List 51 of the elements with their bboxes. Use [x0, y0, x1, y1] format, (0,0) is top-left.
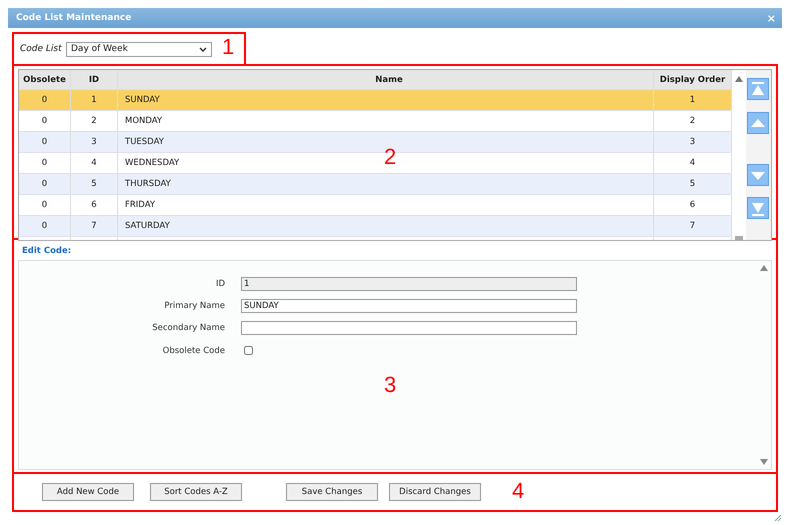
- table-cell[interactable]: THURSDAY: [125, 179, 171, 189]
- action-button[interactable]: Sort Codes A-Z: [150, 483, 242, 501]
- table-cell[interactable]: 3: [71, 132, 118, 152]
- column-header[interactable]: Name: [118, 70, 654, 89]
- annotation-number: 3: [384, 372, 396, 398]
- table-cell[interactable]: 0: [19, 174, 71, 194]
- code-list-label: Code List: [20, 44, 63, 54]
- table-cell[interactable]: MONDAY: [125, 116, 162, 126]
- table-cell[interactable]: 6: [71, 195, 118, 215]
- code-list-dropdown[interactable]: Day of Week: [66, 42, 212, 56]
- move-top-button[interactable]: [747, 78, 769, 100]
- table-cell[interactable]: 7: [71, 216, 118, 236]
- resize-grip-icon[interactable]: [774, 514, 782, 522]
- chevron-down-icon[interactable]: [199, 47, 207, 52]
- text-field[interactable]: [241, 321, 577, 335]
- table-cell[interactable]: 0: [19, 132, 71, 152]
- table-cell[interactable]: TUESDAY: [125, 137, 164, 147]
- field-label: Primary Name: [163, 301, 225, 311]
- table-cell[interactable]: SUNDAY: [125, 95, 160, 105]
- field-label: Secondary Name: [151, 323, 225, 333]
- section-title: Edit Code:: [21, 245, 72, 258]
- column-header[interactable]: Obsolete: [19, 70, 71, 89]
- field-label: Obsolete Code: [162, 346, 225, 356]
- table-cell[interactable]: 5: [71, 174, 118, 194]
- action-button[interactable]: Add New Code: [42, 483, 134, 501]
- table-cell[interactable]: 1: [71, 90, 118, 110]
- table-cell[interactable]: 0: [19, 90, 71, 110]
- table-cell[interactable]: SATURDAY: [125, 221, 170, 231]
- scroll-up-icon[interactable]: [735, 76, 743, 82]
- action-button[interactable]: Save Changes: [286, 483, 378, 501]
- table-cell[interactable]: FRIDAY: [125, 200, 156, 210]
- table-cell[interactable]: 2: [71, 111, 118, 131]
- table-cell[interactable]: 0: [19, 216, 71, 236]
- scroll-up-icon[interactable]: [760, 265, 768, 271]
- table-cell[interactable]: 0: [19, 153, 71, 173]
- annotation-number: 1: [222, 34, 234, 60]
- table-cell[interactable]: 0: [19, 111, 71, 131]
- action-button[interactable]: Discard Changes: [389, 483, 481, 501]
- annotation-number: 4: [512, 478, 524, 504]
- move-up-button[interactable]: [747, 112, 769, 134]
- move-down-button[interactable]: [747, 164, 769, 186]
- move-bottom-button[interactable]: [747, 197, 769, 219]
- text-field[interactable]: SUNDAY: [241, 299, 577, 313]
- field-label: ID: [214, 279, 225, 289]
- annotation-number: 2: [384, 144, 396, 170]
- table-cell[interactable]: WEDNESDAY: [125, 158, 180, 168]
- window-title: Code List Maintenance: [16, 13, 132, 23]
- table-cell[interactable]: 4: [71, 153, 118, 173]
- column-header[interactable]: ID: [71, 70, 118, 89]
- table-cell[interactable]: 0: [19, 195, 71, 215]
- checkbox[interactable]: [244, 346, 253, 355]
